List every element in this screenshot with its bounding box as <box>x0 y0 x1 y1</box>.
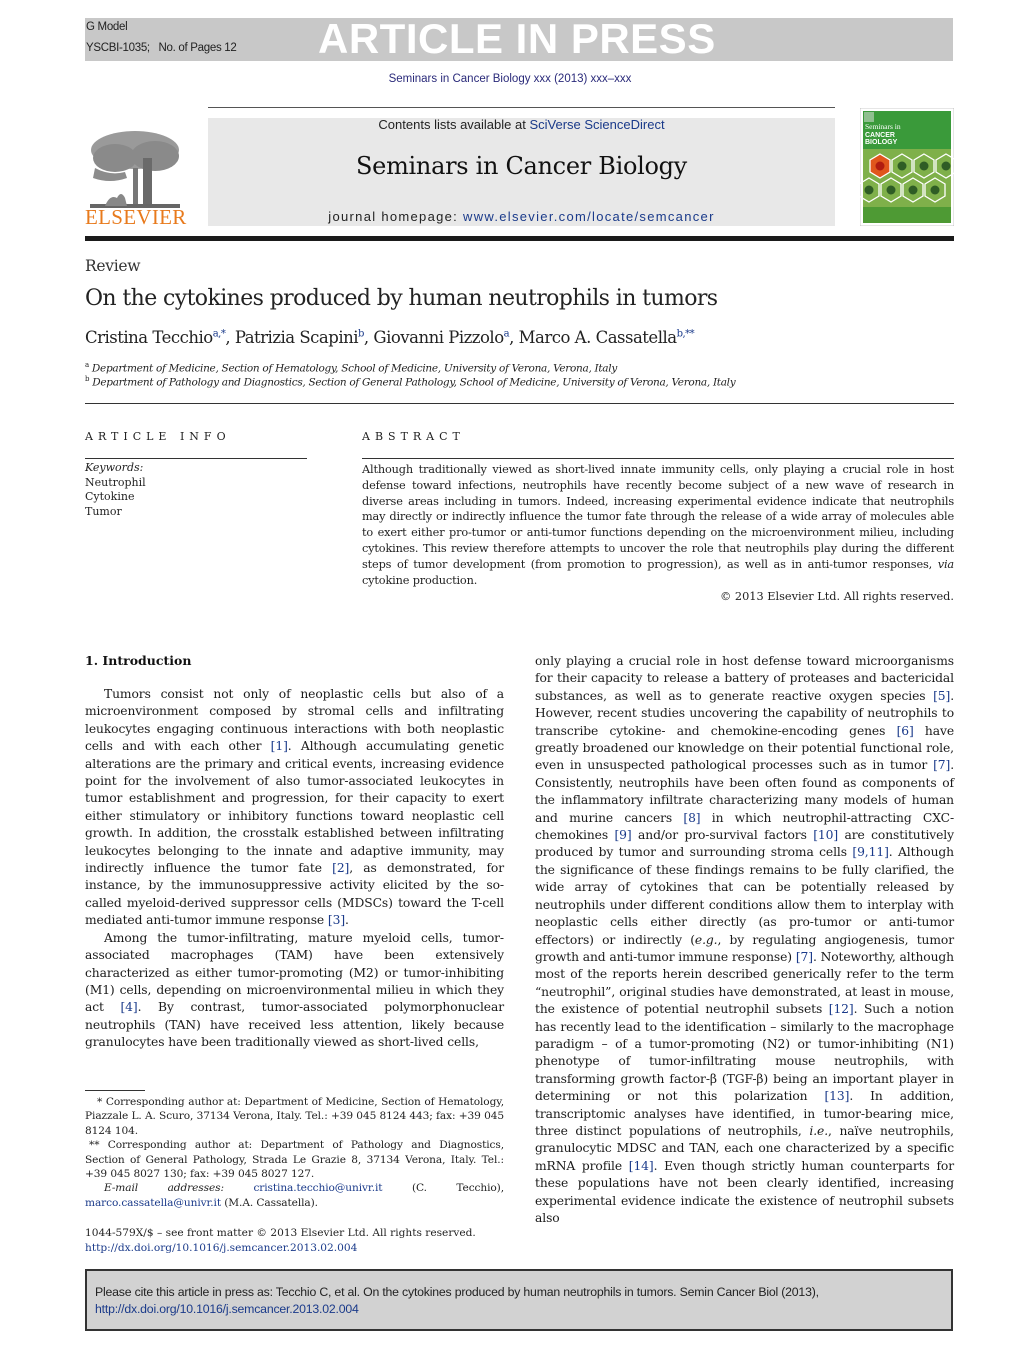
affiliation-b: b Department of Pathology and Diagnostic… <box>85 375 736 389</box>
citation-link[interactable]: [9,11] <box>852 845 888 859</box>
citation-link[interactable]: [10] <box>813 828 838 842</box>
citation-link[interactable]: [4] <box>120 1000 137 1014</box>
elsevier-wordmark[interactable]: ELSEVIER <box>85 205 187 230</box>
email-owner: (C. Tecchio), <box>382 1182 504 1195</box>
footnote-emails: E-mail addresses: cristina.tecchio@univr… <box>85 1181 504 1210</box>
email-link-tecchio[interactable]: cristina.tecchio@univr.it <box>253 1182 382 1194</box>
keyword: Neutrophil <box>85 475 146 489</box>
citation-link[interactable]: [9] <box>614 828 631 842</box>
affiliation-text: Department of Pathology and Diagnostics,… <box>92 376 736 389</box>
citation-link[interactable]: [8] <box>683 811 700 825</box>
article-info-rule <box>85 458 307 459</box>
email-owner: (M.A. Cassatella). <box>221 1196 318 1209</box>
paragraph: Tumors consist not only of neoplastic ce… <box>85 687 504 928</box>
italic-text: i.e. <box>809 1123 829 1138</box>
keyword: Cytokine <box>85 490 135 503</box>
citation-link[interactable]: [3] <box>328 913 345 927</box>
body-column-left: Tumors consist not only of neoplastic ce… <box>85 686 504 1052</box>
header-thick-rule <box>85 236 954 241</box>
article-info-heading: ARTICLE INFO <box>85 430 231 443</box>
footnote-corresponding-2: ** Corresponding author at: Department o… <box>85 1139 504 1181</box>
citation-link[interactable]: [5] <box>933 689 950 703</box>
author-list: Cristina Tecchioa,*, Patrizia Scapinib, … <box>85 328 695 347</box>
keyword: Tumor <box>85 504 122 518</box>
cover-title-line3: BIOLOGY <box>865 139 898 146</box>
sciencedirect-link[interactable]: SciVerse ScienceDirect <box>529 117 664 132</box>
cite-doi-link[interactable]: http://dx.doi.org/10.1016/j.semcancer.20… <box>95 1302 359 1316</box>
article-type: Review <box>85 257 141 275</box>
author-marks[interactable]: b <box>358 329 364 340</box>
homepage-prefix: journal homepage: <box>328 209 463 224</box>
cite-statement: Please cite this article in press as: Te… <box>95 1285 819 1299</box>
citation-link[interactable]: [12] <box>829 1002 854 1016</box>
affiliation-mark: a <box>85 361 89 369</box>
abstract-body: Although traditionally viewed as short-l… <box>362 463 954 571</box>
abstract-heading: ABSTRACT <box>362 430 465 443</box>
footnote-rule <box>85 1090 145 1091</box>
affiliation-text: Department of Medicine, Section of Hemat… <box>91 362 617 375</box>
author-name: Marco A. Cassatella <box>518 328 677 347</box>
header-rule <box>208 107 835 108</box>
journal-homepage: journal homepage: www.elsevier.com/locat… <box>208 209 835 224</box>
cover-title-line1: Seminars in <box>865 122 901 131</box>
affiliation-a: a Department of Medicine, Section of Hem… <box>85 361 617 375</box>
doc-id-pages: YSCBI-1035; No. of Pages 12 <box>86 42 237 54</box>
abstract-text: Although traditionally viewed as short-l… <box>362 462 954 588</box>
body-column-right: only playing a crucial role in host defe… <box>535 653 954 1227</box>
citation-link[interactable]: [14] <box>629 1159 654 1173</box>
citation-link[interactable]: [7] <box>933 758 950 772</box>
affiliation-mark: b <box>85 375 90 383</box>
doc-id: YSCBI-1035; <box>86 42 150 54</box>
section-heading-introduction: 1. Introduction <box>85 653 192 668</box>
doi-link[interactable]: http://dx.doi.org/10.1016/j.semcancer.20… <box>85 1241 504 1256</box>
footnote-corresponding-1: * Corresponding author at: Department of… <box>85 1096 504 1137</box>
email-link-cassatella[interactable]: marco.cassatella@univr.it <box>85 1197 221 1209</box>
author-name: Cristina Tecchio <box>85 328 213 347</box>
abstract-copyright: © 2013 Elsevier Ltd. All rights reserved… <box>720 590 954 603</box>
front-matter: 1044-579X/$ – see front matter © 2013 El… <box>85 1226 504 1256</box>
tree-icon <box>90 131 180 208</box>
keywords-block: Keywords: Neutrophil Cytokine Tumor <box>85 461 146 519</box>
contents-prefix: Contents lists available at <box>378 117 530 132</box>
paragraph: Among the tumor-infiltrating, mature mye… <box>85 930 504 1050</box>
author-marks[interactable]: b,** <box>677 329 695 340</box>
article-title: On the cytokines produced by human neutr… <box>85 286 718 311</box>
footnotes: * Corresponding author at: Department of… <box>85 1095 504 1210</box>
front-matter-text: 1044-579X/$ – see front matter © 2013 El… <box>85 1227 476 1239</box>
cite-box: Please cite this article in press as: Te… <box>85 1269 953 1331</box>
keywords-label: Keywords: <box>85 461 144 474</box>
abstract-italic: via <box>937 557 954 571</box>
cover-title-line2: CANCER <box>865 132 895 139</box>
citation-link[interactable]: [2] <box>332 861 349 875</box>
author-name: Patrizia Scapini <box>234 328 359 347</box>
citation-link[interactable]: [1] <box>271 739 288 753</box>
journal-title: Seminars in Cancer Biology <box>356 152 687 180</box>
paragraph: only playing a crucial role in host defe… <box>535 654 955 1225</box>
abstract-end: cytokine production. <box>362 573 478 587</box>
contents-line: Contents lists available at SciVerse Sci… <box>208 117 835 132</box>
journal-issue-line[interactable]: Seminars in Cancer Biology xxx (2013) xx… <box>0 73 1020 85</box>
g-model-label: G Model <box>86 21 128 33</box>
author-marks[interactable]: a,* <box>213 329 226 340</box>
author-name: Giovanni Pizzolo <box>373 328 504 347</box>
author-marks[interactable]: a <box>504 329 510 340</box>
citation-link[interactable]: [13] <box>824 1089 849 1103</box>
cite-text: Please cite this article in press as: Te… <box>95 1284 947 1318</box>
italic-text: e.g. <box>694 932 718 947</box>
title-rule <box>85 403 954 404</box>
journal-cover-thumbnail[interactable]: Seminars in CANCER BIOLOGY <box>860 108 954 226</box>
email-label: E-mail addresses: <box>104 1182 254 1195</box>
article-in-press-title: ARTICLE IN PRESS <box>318 15 716 62</box>
citation-link[interactable]: [6] <box>897 724 914 738</box>
homepage-link[interactable]: www.elsevier.com/locate/semcancer <box>463 209 715 224</box>
page-count: No. of Pages 12 <box>158 42 237 54</box>
abstract-rule <box>362 458 954 459</box>
citation-link[interactable]: [7] <box>796 950 813 964</box>
